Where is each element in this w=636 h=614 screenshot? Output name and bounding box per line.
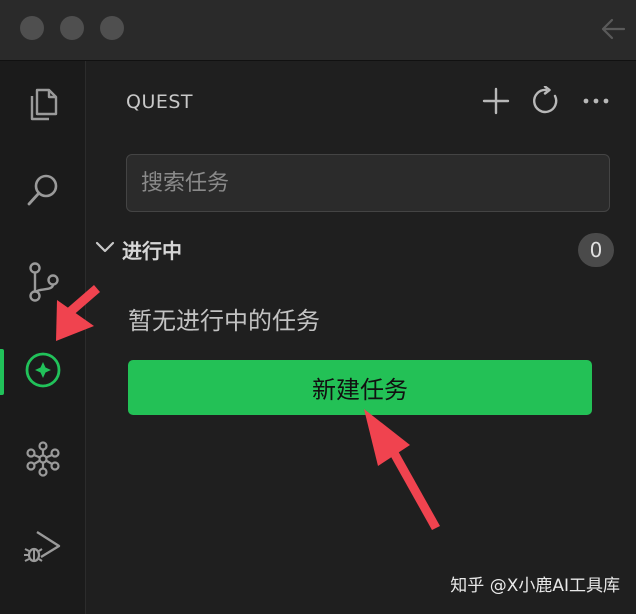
empty-state-message: 暂无进行中的任务 [128,307,320,335]
window-minimize-button[interactable] [60,16,84,40]
arrow-left-icon[interactable] [598,14,628,48]
activity-search[interactable] [0,157,85,227]
watermark: 知乎 @X小鹿AI工具库 [450,576,620,596]
activity-source-control[interactable] [0,249,85,319]
compass-icon [23,350,63,394]
title-bar [0,0,636,61]
source-control-icon [23,260,63,308]
activity-graph[interactable] [0,425,85,495]
refresh-button[interactable] [528,85,564,121]
count-badge: 0 [578,233,614,267]
plus-icon [481,86,511,120]
refresh-icon [531,85,561,120]
activity-explorer[interactable] [0,71,85,141]
window-close-button[interactable] [20,16,44,40]
more-actions-button[interactable] [578,85,614,121]
files-icon [23,84,63,128]
window-maximize-button[interactable] [100,16,124,40]
run-debug-icon [21,524,65,572]
chevron-down-icon [94,236,116,262]
activity-bar [0,61,86,614]
graph-icon [23,438,63,482]
section-label: 进行中 [122,238,182,263]
panel-title: QUEST [126,91,194,113]
in-progress-section-header[interactable]: 进行中 0 [94,233,614,267]
quest-panel: QUEST 进行中 0 暂无进行中的任务 新 [86,61,636,614]
activity-run-debug[interactable] [0,513,85,583]
more-icon [581,86,611,120]
search-tasks-input[interactable] [126,154,610,212]
new-quest-button[interactable] [478,85,514,121]
new-task-button[interactable]: 新建任务 [128,360,592,415]
search-icon [23,170,63,214]
panel-actions [478,85,614,121]
activity-quest[interactable] [0,337,85,407]
